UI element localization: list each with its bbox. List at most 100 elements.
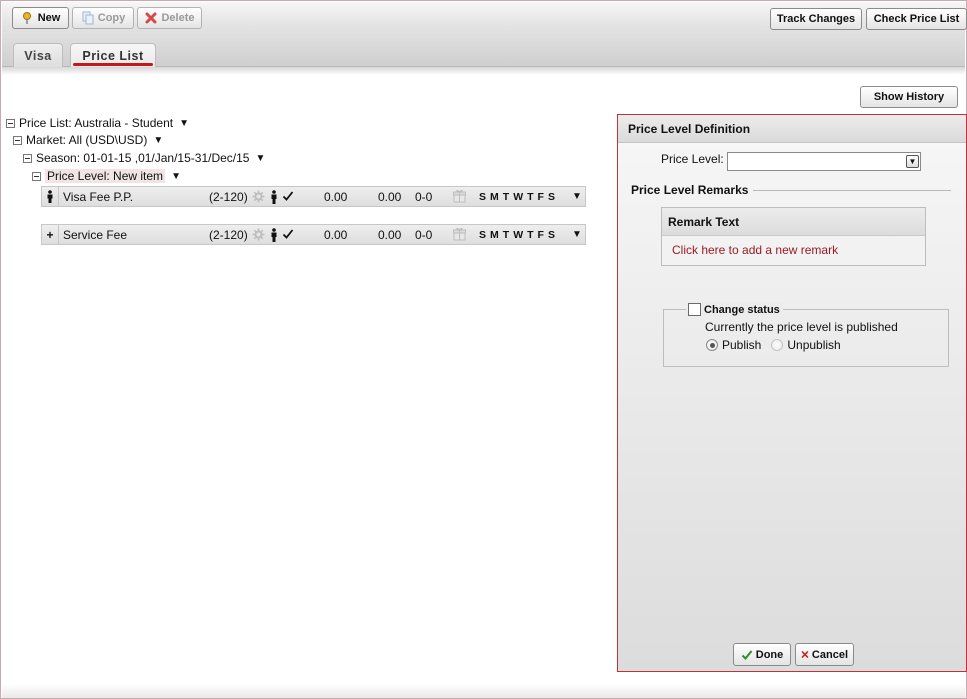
fee-row[interactable]: + Service Fee (2-120) 0.00 0.00 0-0 S M …: [41, 224, 586, 245]
day-thu[interactable]: T: [527, 229, 533, 241]
change-status-checkbox[interactable]: [688, 303, 701, 316]
show-history-button[interactable]: Show History: [860, 86, 958, 108]
tree-price-list[interactable]: Price List: Australia - Student ▼: [6, 115, 189, 131]
day-wed[interactable]: W: [513, 191, 523, 203]
fee-range: (2-120): [209, 228, 248, 242]
day-thu[interactable]: T: [527, 191, 533, 203]
row-menu-arrow-icon[interactable]: ▼: [572, 191, 582, 202]
tree-market-label: Market: All (USD\USD): [26, 133, 148, 147]
check-price-list-label: Check Price List: [873, 13, 960, 25]
day-mon[interactable]: M: [490, 191, 499, 203]
checkmark-icon[interactable]: [282, 228, 294, 243]
delete-button-label: Delete: [161, 12, 195, 24]
checkmark-icon[interactable]: [282, 190, 294, 205]
change-status-group: Change status Currently the price level …: [663, 303, 949, 367]
day-wed[interactable]: W: [513, 229, 523, 241]
collapse-icon[interactable]: [6, 118, 15, 128]
row-menu-arrow-icon[interactable]: ▼: [572, 229, 582, 240]
unpublish-radio[interactable]: [771, 339, 784, 351]
panel-title: Price Level Definition: [618, 115, 966, 143]
day-sat[interactable]: S: [548, 229, 555, 241]
tab-price-list[interactable]: Price List: [70, 43, 156, 67]
change-status-label: Change status: [704, 303, 780, 316]
copy-button[interactable]: Copy: [72, 7, 134, 29]
select-arrow-icon[interactable]: ▼: [906, 155, 919, 168]
copy-button-label: Copy: [97, 12, 126, 24]
row-lead[interactable]: [42, 187, 59, 206]
gift-box-icon[interactable]: [453, 189, 466, 206]
tab-shadow: [2, 67, 965, 75]
cancel-label: Cancel: [811, 648, 848, 661]
day-tue[interactable]: T: [503, 229, 509, 241]
remark-text-header: Remark Text: [662, 208, 925, 236]
unpublish-label[interactable]: Unpublish: [787, 338, 840, 352]
day-fri[interactable]: F: [538, 191, 544, 203]
checkmark-icon: [741, 649, 753, 660]
tree-price-level[interactable]: Price Level: New item ▼: [32, 168, 181, 184]
dropdown-arrow-icon[interactable]: ▼: [179, 118, 189, 129]
price-level-select[interactable]: ▼: [727, 152, 921, 171]
tree-season[interactable]: Season: 01-01-15 ,01/Jan/15-31/Dec/15 ▼: [23, 150, 265, 166]
new-button-label: New: [37, 12, 61, 24]
dropdown-arrow-icon[interactable]: ▼: [153, 135, 163, 146]
delete-x-icon: [144, 11, 158, 25]
expand-plus[interactable]: +: [42, 225, 59, 244]
day-sun[interactable]: S: [479, 229, 486, 241]
day-tue[interactable]: T: [503, 191, 509, 203]
dropdown-arrow-icon[interactable]: ▼: [255, 153, 265, 164]
person-icon: [47, 190, 53, 203]
gear-icon[interactable]: [252, 228, 265, 244]
check-price-list-button[interactable]: Check Price List: [866, 8, 967, 30]
tab-visa-label: Visa: [24, 48, 52, 63]
gear-icon[interactable]: [252, 190, 265, 206]
collapse-icon[interactable]: [23, 153, 32, 163]
collapse-icon[interactable]: [13, 135, 22, 145]
price-level-label: Price Level:: [661, 152, 724, 166]
done-label: Done: [755, 648, 784, 661]
weekday-list: S M T W T F S: [479, 229, 555, 241]
fee-value2: 0.00: [378, 190, 402, 204]
close-x-icon: [801, 651, 809, 658]
weekday-list: S M T W T F S: [479, 191, 555, 203]
person-icon[interactable]: [270, 228, 278, 245]
day-mon[interactable]: M: [490, 229, 499, 241]
fee-name: Visa Fee P.P.: [63, 190, 134, 204]
remarks-divider: [753, 190, 951, 191]
fee-value1: 0.00: [324, 190, 348, 204]
person-icon[interactable]: [270, 190, 278, 207]
price-level-prefix: Price Level:: [47, 169, 110, 183]
change-status-legend: Change status: [686, 303, 783, 316]
publish-radio[interactable]: [706, 339, 718, 351]
fee-range2: 0-0: [415, 228, 433, 242]
track-changes-label: Track Changes: [776, 13, 856, 25]
app-window: New Copy Delete Track Changes Check Pric…: [0, 0, 967, 699]
tree-price-list-label: Price List: Australia - Student: [19, 116, 174, 130]
fee-range: (2-120): [209, 190, 248, 204]
gift-box-icon[interactable]: [453, 227, 466, 244]
delete-button[interactable]: Delete: [137, 7, 202, 29]
collapse-icon[interactable]: [32, 171, 41, 181]
fee-name: Service Fee: [63, 228, 128, 242]
tab-visa[interactable]: Visa: [13, 43, 63, 67]
remarks-title: Price Level Remarks: [631, 183, 749, 197]
day-fri[interactable]: F: [538, 229, 544, 241]
track-changes-button[interactable]: Track Changes: [770, 8, 862, 30]
day-sat[interactable]: S: [548, 191, 555, 203]
toolbar: New Copy Delete Track Changes Check Pric…: [2, 2, 967, 41]
new-pin-icon: [21, 11, 35, 25]
add-remark-link[interactable]: Click here to add a new remark: [672, 243, 838, 257]
bottom-strip: [2, 684, 965, 698]
dropdown-arrow-icon[interactable]: ▼: [171, 171, 181, 182]
cancel-button[interactable]: Cancel: [795, 643, 854, 666]
show-history-label: Show History: [873, 91, 945, 103]
fee-value2: 0.00: [378, 228, 402, 242]
publish-label[interactable]: Publish: [722, 338, 761, 352]
fee-row[interactable]: Visa Fee P.P. (2-120) 0.00 0.00 0-0 S M …: [41, 186, 586, 207]
tab-price-list-label: Price List: [82, 48, 144, 63]
done-button[interactable]: Done: [733, 643, 791, 666]
fee-value1: 0.00: [324, 228, 348, 242]
day-sun[interactable]: S: [479, 191, 486, 203]
price-level-name: New item: [113, 169, 164, 183]
tree-market[interactable]: Market: All (USD\USD) ▼: [13, 132, 163, 148]
new-button[interactable]: New: [12, 7, 69, 29]
